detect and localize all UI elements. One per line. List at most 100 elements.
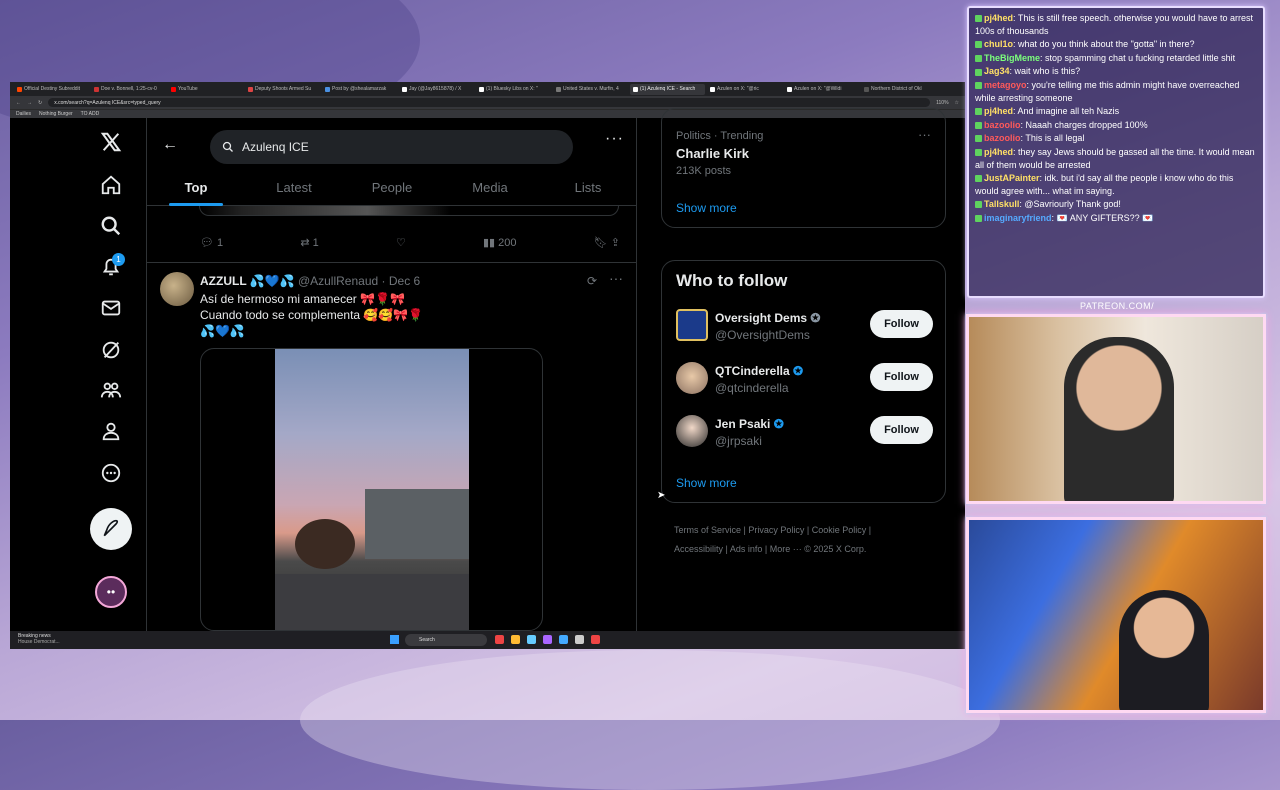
messages-icon[interactable] [99,296,123,320]
chat-text: what do you think about the "gotta" in t… [1018,39,1195,50]
more-icon[interactable] [99,461,123,485]
follow-button[interactable]: Follow [870,416,933,444]
tab-lists[interactable]: Lists [539,164,637,205]
communities-icon[interactable] [99,378,123,402]
app-icon[interactable] [495,635,504,644]
footer-link[interactable]: More ··· [770,544,802,554]
follow-suggestion[interactable]: Oversight Dems ✪ @OversightDems Follow [662,307,947,347]
trend-topic[interactable]: Charlie Kirk [676,146,749,161]
browser-tab[interactable]: YouTube [168,84,243,95]
app-icon[interactable] [543,635,552,644]
app-icon[interactable] [575,635,584,644]
browser-tab[interactable]: Doe v. Bonnell, 1:25-cv-0 [91,84,166,95]
tab-media[interactable]: Media [441,164,539,205]
taskbar-search[interactable]: Search [405,634,487,646]
reply-button[interactable]: 💬︎ 1 [200,236,223,249]
browser-tab[interactable]: Official Destiny Subreddit [14,84,89,95]
chat-username[interactable]: Tallskull [984,199,1019,209]
post-date[interactable]: Dec 6 [389,274,420,288]
star-icon[interactable]: ☆ [955,100,959,106]
chat-username[interactable]: pj4hed [984,13,1013,23]
browser-tab[interactable]: Post by @shealamarzak [322,84,397,95]
post-author-handle[interactable]: @AzullRenaud [298,274,378,288]
bookmark-nothing-burger[interactable]: Nothing Burger [39,111,73,117]
views-button[interactable]: ▮▮ 200 [483,236,517,249]
chat-username[interactable]: chul1o [984,39,1013,49]
like-button[interactable]: ♡ [396,236,406,249]
trend-show-more[interactable]: Show more [676,201,737,215]
notification-badge: 1 [112,253,125,266]
trend-more-icon[interactable]: ··· [918,127,931,142]
post-media[interactable] [200,348,543,631]
app-icon[interactable] [527,635,536,644]
follow-button[interactable]: Follow [870,363,933,391]
share-icon[interactable]: ⇪ [611,237,620,249]
footer-link[interactable]: Terms of Service [674,525,741,535]
footer-link[interactable]: Accessibility [674,544,723,554]
search-input[interactable]: Azulenq ICE [210,130,573,164]
url-field[interactable]: x.com/search?q=Azulenq ICE&src=typed_que… [48,98,931,107]
browser-tab[interactable]: (1) Bluesky Libs on X: " [476,84,551,95]
tab-top[interactable]: Top [147,164,245,206]
footer-link[interactable]: Privacy Policy [748,525,804,535]
tab-latest[interactable]: Latest [245,164,343,205]
browser-tab[interactable]: Northern District of Okl [861,84,936,95]
news-widget[interactable]: Breaking news House Democrat... [18,633,60,645]
start-icon[interactable] [390,635,399,644]
chat-username[interactable]: pj4hed [984,147,1013,157]
post-author-name[interactable]: AZZULL 💦💙💦 [200,274,295,288]
back-icon[interactable]: ← [16,100,21,106]
post-divider [147,262,637,263]
chat-message: TheBigMeme: stop spamming chat u fucking… [975,52,1257,65]
more-options-icon[interactable]: ··· [605,130,624,148]
reload-icon[interactable]: ↻ [38,100,42,106]
footer-link[interactable]: Cookie Policy [812,525,867,535]
x-logo-icon[interactable] [99,130,123,154]
follow-button[interactable]: Follow [870,310,933,338]
chat-username[interactable]: pj4hed [984,106,1013,116]
chat-username[interactable]: JustAPainter [984,173,1040,183]
app-icon[interactable] [559,635,568,644]
browser-tab[interactable]: Azulen on X: "@ric [707,84,782,95]
search-icon[interactable] [99,214,123,238]
browser-tab[interactable]: Jay (@Jay8615878) / X [399,84,474,95]
footer-link[interactable]: Ads info [730,544,763,554]
grok-icon[interactable] [99,338,123,362]
zoom-level[interactable]: 110% [936,100,948,106]
app-icon[interactable] [511,635,520,644]
chat-username[interactable]: Jag34 [984,66,1010,76]
chat-username[interactable]: imaginaryfriend [984,213,1052,223]
app-icon[interactable] [591,635,600,644]
notifications-bell-icon[interactable]: 1 [99,253,125,279]
follow-suggestion[interactable]: QTCinderella ✪ @qtcinderella Follow [662,360,947,400]
grok-analyze-icon[interactable]: ⟳ [587,274,597,288]
bookmark-button[interactable]: 🔖︎ ⇪ [594,236,620,249]
chat-text: And imagine all teh Nazis [1017,106,1120,117]
taskbar-search-label: Search [419,637,435,643]
chat-username[interactable]: TheBigMeme [984,53,1040,63]
bookmark-dailies[interactable]: Dailies [16,111,31,117]
post-more-icon[interactable]: ··· [609,270,623,286]
tab-people[interactable]: People [343,164,441,205]
account-avatar[interactable]: •• [95,576,127,608]
browser-tab[interactable]: Azulen on X: "@Wildi [784,84,859,95]
bookmark-to-add[interactable]: TO ADD [81,111,100,117]
back-arrow-icon[interactable]: ← [162,136,178,154]
compose-post-button[interactable] [90,508,132,550]
follow-suggestion[interactable]: Jen Psaki ✪ @jrpsaki Follow [662,413,947,453]
forward-icon[interactable]: → [27,100,32,106]
post-avatar[interactable] [160,272,194,306]
browser-tab[interactable]: (1) Azulenq ICE - Search [630,83,705,95]
chat-username[interactable]: bazoolio [984,133,1021,143]
chat-username[interactable]: bazoolio [984,120,1021,130]
home-icon[interactable] [99,173,123,197]
browser-tab[interactable]: United States v. Murfin, 4 [553,84,628,95]
tab-favicon-icon [479,86,484,92]
repost-button[interactable]: ⇄ 1 [300,236,318,249]
jen-psaki-avatar [676,415,708,447]
profile-icon[interactable] [99,419,123,443]
chat-username[interactable]: metagoyo [984,80,1027,90]
who-to-follow-show-more[interactable]: Show more [676,476,737,490]
chat-badge-icon [975,201,982,209]
browser-tab[interactable]: Deputy Shoots Armed Su [245,84,320,95]
